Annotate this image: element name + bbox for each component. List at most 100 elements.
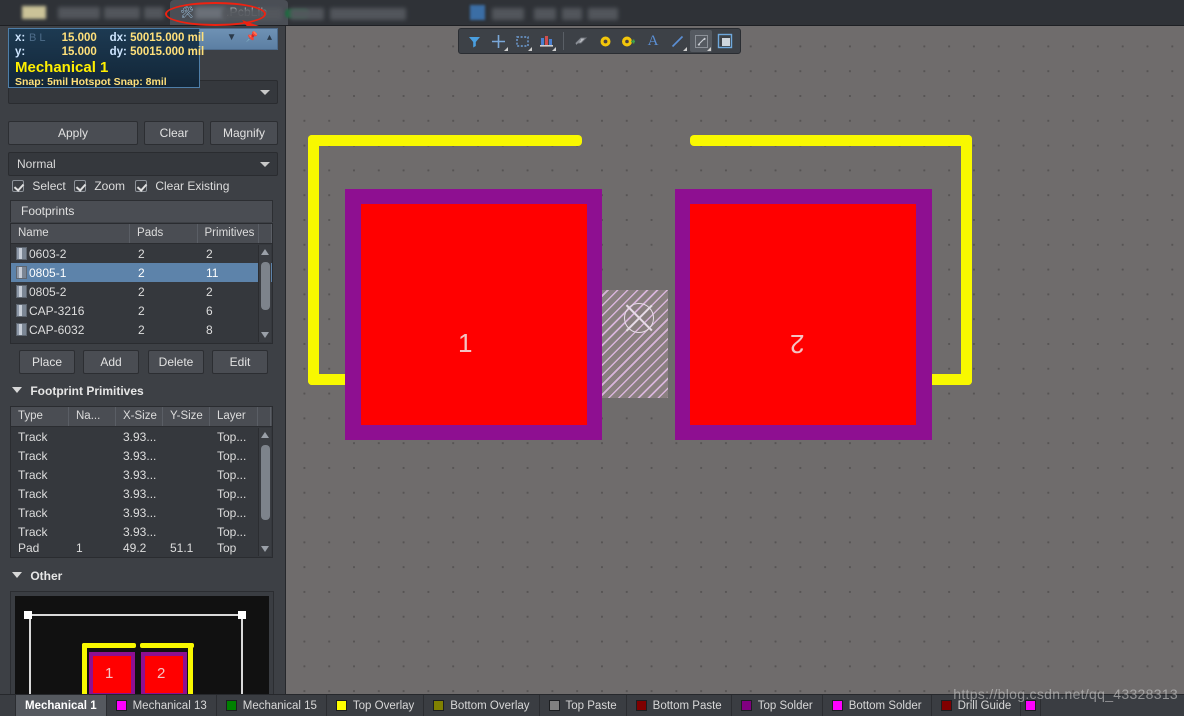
pad-icon[interactable] [618, 30, 640, 52]
primitive-layer: Top... [210, 506, 258, 520]
silkscreen-top-right[interactable] [690, 135, 972, 146]
other-section-header[interactable]: Other [12, 569, 62, 583]
display-mode-value: Normal [17, 157, 56, 171]
selection-box-icon[interactable] [511, 30, 533, 52]
primitive-layer: Top... [210, 487, 258, 501]
footprint-pads: 2 [131, 247, 199, 261]
toolbar-submenu-icon[interactable] [679, 47, 687, 51]
toolbar-submenu-icon[interactable] [703, 47, 711, 51]
scroll-down-icon[interactable] [261, 546, 269, 552]
menu-item-redacted[interactable] [58, 7, 100, 19]
measure-icon[interactable] [535, 30, 557, 52]
pcb-editor-canvas[interactable]: A 1 2 [286, 26, 1184, 694]
layer-tab-top-paste[interactable]: Top Paste [540, 695, 627, 716]
crosshair-icon[interactable] [487, 30, 509, 52]
add-button[interactable]: Add [83, 350, 139, 374]
panel-dropdown-icon[interactable]: ▼ [227, 33, 237, 43]
table-row[interactable]: CAP-6032 2 8 [11, 320, 272, 339]
menu-item-redacted[interactable] [144, 7, 164, 19]
text-icon[interactable]: A [642, 30, 664, 52]
layer-tab-bottom-paste[interactable]: Bottom Paste [627, 695, 732, 716]
column-header-layer[interactable]: Layer [210, 407, 258, 426]
filter-icon[interactable] [463, 30, 485, 52]
toolbar-submenu-icon[interactable] [548, 47, 556, 51]
clear-existing-checkbox[interactable]: Clear Existing [135, 179, 229, 193]
table-row[interactable]: 0805-2 2 2 [11, 282, 272, 301]
footprints-tab[interactable]: Footprints [10, 200, 273, 222]
table-row[interactable]: Track 3.93... Top... [11, 446, 272, 465]
place-button[interactable]: Place [19, 350, 75, 374]
column-header-xsize[interactable]: X-Size [116, 407, 163, 426]
primitive-xsize: 3.93... [116, 468, 163, 482]
table-row[interactable]: CAP-3216 2 6 [11, 301, 272, 320]
primitives-scrollbar[interactable] [258, 428, 271, 556]
scroll-down-icon[interactable] [261, 332, 269, 338]
layer-tab-bottom-solder[interactable]: Bottom Solder [823, 695, 932, 716]
menu-item-redacted[interactable] [104, 7, 140, 19]
preview-handle[interactable] [238, 611, 246, 619]
layer-tab-bar[interactable]: Mechanical 1 Mechanical 13 Mechanical 15… [0, 694, 1184, 716]
select-checkbox[interactable]: Select [12, 179, 66, 193]
table-row[interactable]: 0805-1 2 11 [11, 263, 272, 282]
edit-button[interactable]: Edit [212, 350, 268, 374]
pad-2-copper[interactable] [690, 204, 916, 425]
table-row[interactable]: Track 3.93... Top... [11, 522, 272, 541]
apply-button[interactable]: Apply [8, 121, 138, 145]
titlebar-icon-redacted[interactable] [470, 5, 485, 20]
display-mode-combo[interactable]: Normal [8, 152, 278, 176]
layer-tab-overflow[interactable] [1021, 695, 1041, 716]
column-header-name[interactable]: Na... [69, 407, 116, 426]
pad-1-copper[interactable] [361, 204, 587, 425]
clear-button[interactable]: Clear [144, 121, 204, 145]
scroll-up-icon[interactable] [261, 432, 269, 438]
via-icon[interactable] [594, 30, 616, 52]
magnify-button[interactable]: Magnify [210, 121, 278, 145]
layer-tab-mechanical-13[interactable]: Mechanical 13 [107, 695, 217, 716]
footprints-scrollbar[interactable] [258, 245, 271, 342]
footprints-grid[interactable]: Name Pads Primitives 0603-2 2 2 0805-1 2 [10, 223, 273, 344]
zoom-checkbox[interactable]: Zoom [74, 179, 125, 193]
silkscreen-left[interactable] [308, 135, 319, 385]
scroll-up-icon[interactable] [261, 249, 269, 255]
primitive-type: Track [11, 468, 69, 482]
silkscreen-top-left[interactable] [308, 135, 582, 146]
panel-pin-icon[interactable]: 📌 [246, 33, 258, 43]
layer-tab-top-solder[interactable]: Top Solder [732, 695, 823, 716]
region-icon[interactable] [714, 30, 736, 52]
toolbar-submenu-icon[interactable] [500, 47, 508, 51]
delete-button[interactable]: Delete [148, 350, 204, 374]
column-header-ysize[interactable]: Y-Size [163, 407, 210, 426]
table-row[interactable]: Track 3.93... Top... [11, 427, 272, 446]
pcb-drawing-toolbar[interactable]: A [458, 28, 741, 54]
primitives-grid[interactable]: Type Na... X-Size Y-Size Layer Track 3.9… [10, 406, 273, 558]
layer-tab-drill-guide[interactable]: Drill Guide [932, 695, 1022, 716]
layer-tab-mechanical-15[interactable]: Mechanical 15 [217, 695, 327, 716]
footprint-primitives-section-header[interactable]: Footprint Primitives [12, 384, 144, 398]
table-row[interactable]: Track 3.93... Top... [11, 503, 272, 522]
table-row[interactable]: Track 3.93... Top... [11, 484, 272, 503]
dimension-icon[interactable] [690, 30, 712, 52]
toolbar-submenu-icon[interactable] [524, 47, 532, 51]
column-header-type[interactable]: Type [11, 407, 69, 426]
preview-handle[interactable] [24, 611, 32, 619]
table-row[interactable]: Pad 1 49.2 51.1 Top [11, 541, 272, 555]
panel-collapse-icon[interactable]: ▴ [267, 33, 272, 43]
layer-tab-bottom-overlay[interactable]: Bottom Overlay [424, 695, 539, 716]
table-row[interactable]: 0603-2 2 2 [11, 244, 272, 263]
line-icon[interactable] [666, 30, 688, 52]
column-header-pads[interactable]: Pads [130, 224, 197, 243]
footprint-name: CAP-3216 [29, 304, 84, 318]
column-header-name[interactable]: Name [11, 224, 130, 243]
cursor-coordinate-tooltip: B L x: 15.000 dx: 50015.000 mil y: 15.00… [8, 28, 200, 88]
column-header-primitives[interactable]: Primitives [198, 224, 260, 243]
layer-tab-top-overlay[interactable]: Top Overlay [327, 695, 424, 716]
eraser-icon[interactable] [570, 30, 592, 52]
layer-color-swatch [636, 700, 647, 711]
silkscreen-right[interactable] [961, 135, 972, 385]
layer-tab-active[interactable]: Mechanical 1 [16, 695, 107, 716]
scrollbar-thumb[interactable] [261, 262, 270, 310]
footprint-primitives: 6 [199, 304, 261, 318]
layer-label: Mechanical 13 [133, 700, 207, 712]
table-row[interactable]: Track 3.93... Top... [11, 465, 272, 484]
scrollbar-thumb[interactable] [261, 445, 270, 520]
